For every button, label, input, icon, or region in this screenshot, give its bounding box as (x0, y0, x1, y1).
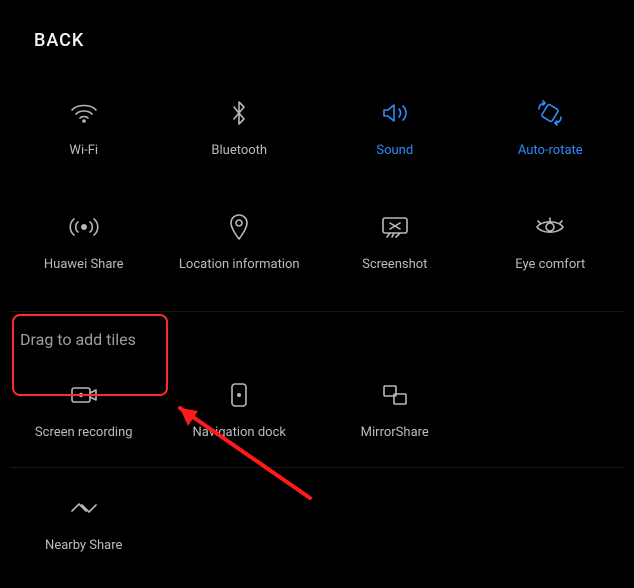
tile-label: Wi-Fi (69, 143, 98, 158)
navigation-dock-icon (229, 379, 249, 411)
available-tiles-row-1: Screen recording Navigation dock MirrorS… (0, 355, 634, 463)
screenshot-icon (380, 211, 410, 243)
tile-label: Location information (179, 257, 300, 272)
tile-label: Nearby Share (45, 538, 122, 553)
tile-label: Eye comfort (515, 257, 585, 272)
tile-wifi[interactable]: Wi-Fi (6, 79, 162, 175)
bluetooth-icon (229, 97, 249, 129)
tile-huawei-share[interactable]: Huawei Share (6, 193, 162, 289)
tile-autorotate[interactable]: Auto-rotate (473, 79, 629, 175)
screen-recording-icon (69, 379, 99, 411)
tile-label: Sound (376, 143, 413, 158)
tile-label: MirrorShare (361, 425, 429, 440)
active-tiles-row-2: Huawei Share Location information Screen… (0, 193, 634, 307)
location-icon (228, 211, 250, 243)
autorotate-icon (535, 97, 565, 129)
tile-nearby-share[interactable]: Nearby Share (6, 474, 162, 570)
back-button[interactable]: BACK (34, 30, 84, 51)
tile-label: Screenshot (362, 257, 427, 272)
tile-label: Navigation dock (193, 425, 286, 440)
header: BACK (0, 0, 634, 61)
sound-icon (380, 97, 410, 129)
tile-location[interactable]: Location information (162, 193, 318, 289)
available-tiles-row-2: Nearby Share (0, 468, 634, 588)
available-section-title: Drag to add tiles (0, 312, 634, 355)
tile-sound[interactable]: Sound (317, 79, 473, 175)
tile-label: Huawei Share (44, 257, 124, 272)
tile-bluetooth[interactable]: Bluetooth (162, 79, 318, 175)
huawei-share-icon (68, 211, 100, 243)
eye-icon (534, 211, 566, 243)
tile-label: Bluetooth (211, 143, 267, 158)
wifi-icon (69, 97, 99, 129)
nearby-share-icon (69, 492, 99, 524)
tile-mirror-share[interactable]: MirrorShare (317, 361, 473, 457)
tile-label: Auto-rotate (518, 143, 583, 158)
tile-eye-comfort[interactable]: Eye comfort (473, 193, 629, 289)
tile-label: Screen recording (35, 425, 133, 440)
mirror-share-icon (381, 379, 409, 411)
tile-screenshot[interactable]: Screenshot (317, 193, 473, 289)
active-tiles-row-1: Wi-Fi Bluetooth Sound (0, 61, 634, 193)
tile-screen-recording[interactable]: Screen recording (6, 361, 162, 457)
tile-navigation-dock[interactable]: Navigation dock (162, 361, 318, 457)
